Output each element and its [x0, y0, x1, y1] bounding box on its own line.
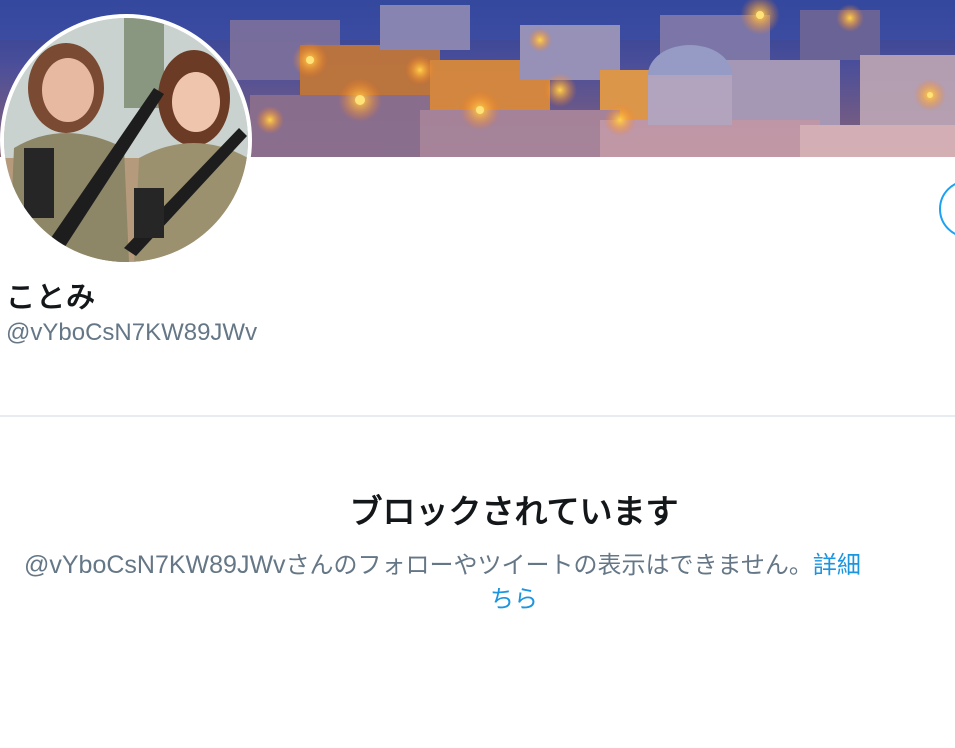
- blocked-handle: @vYboCsN7KW89JWv: [24, 551, 286, 579]
- follow-button[interactable]: [939, 180, 955, 238]
- avatar-image: [4, 18, 248, 262]
- blocked-title: ブロックされています: [349, 492, 679, 531]
- avatar[interactable]: [0, 14, 252, 266]
- learn-more-link[interactable]: 詳細: [813, 551, 861, 579]
- blocked-description: @vYboCsN7KW89JWvさんのフォローやツイートの表示はできません。詳細: [24, 548, 955, 582]
- profile-page: ことみ @vYboCsN7KW89JWv ブロックされています @vYboCsN…: [0, 0, 955, 748]
- profile-handle: @vYboCsN7KW89JWv: [6, 319, 258, 346]
- learn-more-link-continued[interactable]: ちら: [490, 582, 538, 616]
- display-name: ことみ: [6, 280, 97, 314]
- divider: [0, 415, 955, 417]
- blocked-message: さんのフォローやツイートの表示はできません。: [285, 551, 813, 579]
